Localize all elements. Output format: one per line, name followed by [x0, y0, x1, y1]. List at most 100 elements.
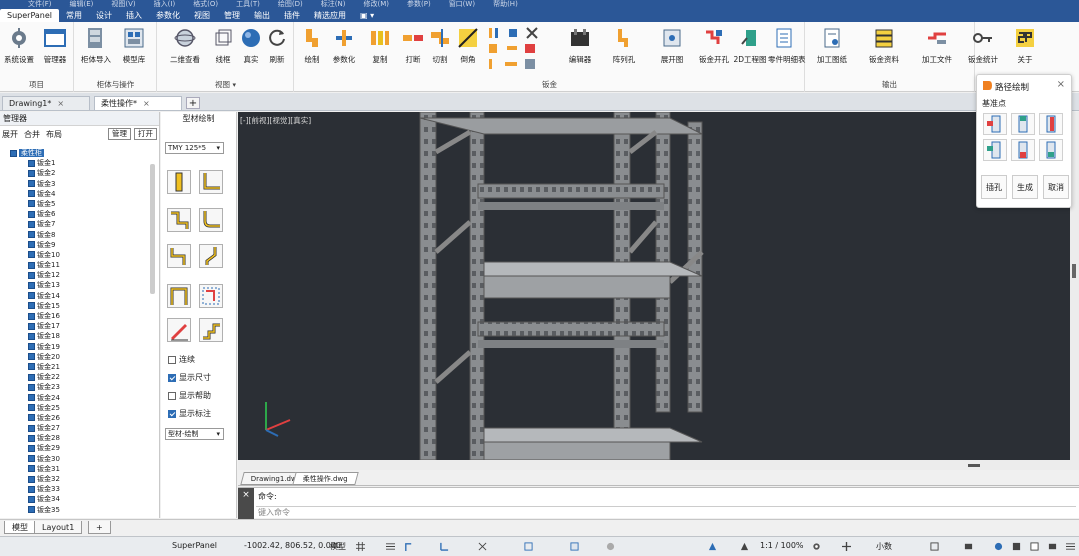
tree-item[interactable]: 钣金7 [0, 219, 152, 229]
tree-item[interactable]: 钣金20 [0, 352, 152, 362]
sheet-data-button[interactable]: 钣金资料 [867, 26, 901, 65]
annotation-scale[interactable]: 1:1 / 100% [760, 541, 804, 550]
pen-tool-button[interactable] [167, 318, 191, 342]
tree-item[interactable]: 钣金30 [0, 454, 152, 464]
merge-link[interactable]: 合并 [24, 129, 40, 140]
chevron-down-icon[interactable]: ▾ [232, 81, 236, 89]
manager-button[interactable]: 管理器 [38, 26, 72, 65]
sheet-stats-button[interactable]: 钣金统计 [966, 26, 1000, 65]
tree-item[interactable]: 钣金33 [0, 484, 152, 494]
tree-item[interactable]: 钣金29 [0, 443, 152, 453]
scale-icon[interactable] [740, 542, 749, 551]
tab-superpanel[interactable]: SuperPanel [0, 9, 60, 22]
tab-design[interactable]: 设计 [89, 9, 119, 22]
object-snap-icon[interactable] [524, 542, 533, 551]
file-tab-flexible[interactable]: 柔性操作.dwg [292, 472, 359, 485]
tab-manage[interactable]: 管理 [217, 9, 247, 22]
insert-hole-button[interactable]: 插孔 [981, 175, 1007, 199]
model-library-button[interactable]: 模型库 [117, 26, 151, 65]
model-space-toggle[interactable]: 模型 [330, 541, 346, 552]
show-help-checkbox[interactable]: 显示帮助 [168, 390, 211, 401]
sheet-hole-button[interactable]: 钣金开孔 [697, 26, 731, 65]
tab-apps[interactable]: 精选应用 [307, 9, 353, 22]
tree-item[interactable]: 钣金11 [0, 260, 152, 270]
tree-item[interactable]: 钣金8 [0, 230, 152, 240]
menu-item[interactable]: 修改(M) [363, 0, 389, 8]
menu-item[interactable]: 插入(I) [154, 0, 176, 8]
tree-item[interactable]: 钣金3 [0, 179, 152, 189]
menu-item[interactable]: 帮助(H) [493, 0, 518, 8]
tree-item[interactable]: 钣金27 [0, 423, 152, 433]
tab-output[interactable]: 输出 [247, 9, 277, 22]
menu-item[interactable]: 视图(V) [111, 0, 135, 8]
snap-icon[interactable] [404, 542, 413, 551]
processing-drawing-button[interactable]: 加工图纸 [815, 26, 849, 65]
tree-item[interactable]: 钣金28 [0, 433, 152, 443]
continuous-checkbox[interactable]: 连续 [168, 354, 195, 365]
copy-button[interactable]: 复制 [363, 26, 397, 65]
menu-item[interactable]: 格式(O) [193, 0, 218, 8]
tree-item[interactable]: 钣金34 [0, 494, 152, 504]
tab-layout1[interactable]: Layout1 [34, 521, 83, 534]
doc-tab-drawing1[interactable]: Drawing1* × [2, 96, 90, 110]
transparency-icon[interactable] [606, 542, 615, 551]
tab-parametric[interactable]: 参数化 [149, 9, 187, 22]
system-settings-button[interactable]: 系统设置 [2, 26, 36, 65]
base-point-center-button[interactable] [1011, 113, 1035, 135]
model-viewport[interactable]: [-][前视][视觉][真实] [238, 112, 1070, 460]
u-profile-button[interactable] [167, 284, 191, 308]
tree-item[interactable]: 钣金19 [0, 342, 152, 352]
clean-screen-icon[interactable] [1012, 542, 1021, 551]
command-bar-handle[interactable]: × [238, 488, 254, 519]
2d-view-button[interactable]: 二维查看 [168, 26, 202, 65]
status-circle-icon[interactable] [994, 542, 1003, 551]
tab-view[interactable]: 视图 [187, 9, 217, 22]
tree-item[interactable]: 钣金18 [0, 331, 152, 341]
2d-drawing-button[interactable]: 2D工程图 [733, 26, 767, 65]
expand-link[interactable]: 展开 [2, 129, 18, 140]
annotation-icon[interactable] [708, 542, 717, 551]
tree-item[interactable]: 钣金17 [0, 321, 152, 331]
manage-button[interactable]: 管理 [108, 128, 131, 140]
profile-select[interactable]: TMY 125*5 ▾ [165, 142, 224, 154]
menu-item[interactable]: 编辑(E) [70, 0, 94, 8]
offset-profile-button[interactable] [199, 244, 223, 268]
tree-item[interactable]: 钣金1 [0, 158, 152, 168]
tree-item[interactable]: 钣金31 [0, 464, 152, 474]
tree-item[interactable]: 钣金12 [0, 270, 152, 280]
base-point-right-button[interactable] [1039, 113, 1063, 135]
mode-select[interactable]: 型材-绘制 ▾ [165, 428, 224, 440]
curve-profile-button[interactable] [199, 208, 223, 232]
close-icon[interactable]: × [143, 99, 150, 108]
parts-list-button[interactable]: 零件明细表 [768, 26, 806, 65]
editor-button[interactable]: 编辑器 [563, 26, 597, 65]
tab-plugins[interactable]: 插件 [277, 9, 307, 22]
add-layout-button[interactable]: + [88, 521, 111, 534]
tree-item[interactable]: 钣金26 [0, 413, 152, 423]
command-input[interactable]: 键入命令 [256, 506, 1076, 518]
tab-model[interactable]: 模型 [4, 521, 36, 534]
tree-item[interactable]: 钣金5 [0, 199, 152, 209]
grid-icon[interactable] [356, 542, 365, 551]
menu-item[interactable]: 标注(N) [321, 0, 346, 8]
parametric-button[interactable]: 参数化 [327, 26, 361, 65]
tree-scrollbar[interactable] [150, 164, 155, 294]
about-button[interactable]: 关于 [1008, 26, 1042, 65]
tree-item[interactable]: 钣金35 [0, 505, 152, 515]
tree-item[interactable]: 钣金14 [0, 291, 152, 301]
tree-item[interactable]: 钣金4 [0, 189, 152, 199]
hamburger-menu-icon[interactable] [1066, 542, 1075, 551]
show-dimension-checkbox[interactable]: 显示标注 [168, 408, 211, 419]
tree-item[interactable]: 钣金15 [0, 301, 152, 311]
step-profile-button[interactable] [167, 244, 191, 268]
processing-file-button[interactable]: 加工文件 [920, 26, 954, 65]
menu-item[interactable]: 窗口(W) [449, 0, 475, 8]
menu-item[interactable]: 文件(F) [28, 0, 52, 8]
tree-item[interactable]: 钣金10 [0, 250, 152, 260]
scroll-thumb[interactable] [1072, 264, 1076, 278]
hardware-icon[interactable] [964, 542, 973, 551]
layout-link[interactable]: 布局 [46, 129, 62, 140]
doc-tab-flexible[interactable]: 柔性操作* × [94, 96, 182, 110]
draw-button[interactable]: 绘制 [295, 26, 329, 65]
close-icon[interactable]: × [1057, 79, 1065, 90]
